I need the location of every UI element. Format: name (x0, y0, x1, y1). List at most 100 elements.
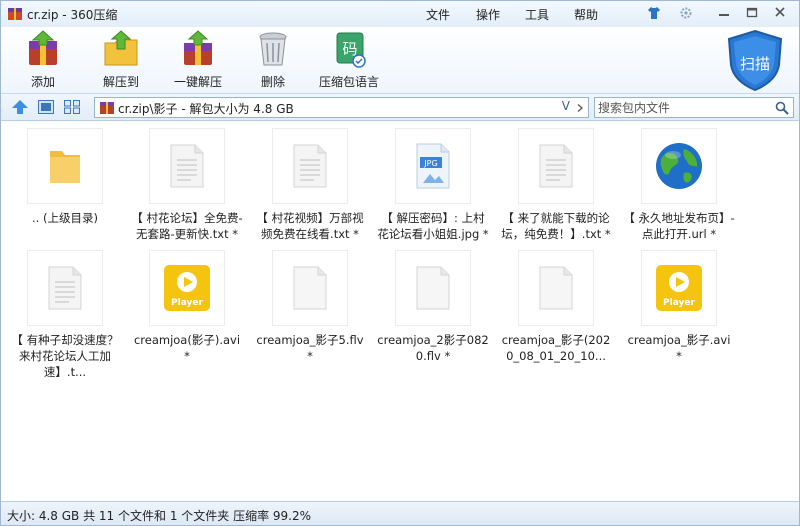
file-item[interactable]: creamjoa_影子5.flv * (254, 248, 366, 366)
shield-icon: 扫描 (727, 29, 783, 92)
file-item-parent-folder[interactable]: .. (上级目录) (9, 126, 121, 244)
maximize-button[interactable] (741, 3, 763, 23)
text-file-icon (293, 144, 327, 188)
add-archive-icon (29, 30, 57, 65)
file-item[interactable]: Player creamjoa_影子.avi * (623, 248, 735, 366)
file-item[interactable]: creamjoa_影子(2020_08_01_20_10... (500, 248, 612, 366)
file-thumbnail (518, 250, 594, 326)
toolbar: 添加 解压到 一键解压 删除 码 压缩包语言 扫描 (1, 27, 799, 93)
file-name: creamjoa_影子5.flv * (256, 333, 364, 363)
file-name: creamjoa(影子).avi * (133, 333, 241, 363)
scan-label: 扫描 (740, 55, 770, 73)
one-click-extract-label: 一键解压 (173, 75, 222, 89)
player-badge: Player (663, 298, 695, 308)
search-box (594, 97, 794, 118)
file-name: 【 有种子却没速度？来村花论坛人工加速】.t... (11, 333, 119, 379)
add-button[interactable]: 添加 (21, 29, 65, 91)
file-item[interactable]: 【 村花论坛】全免费-无套路-更新快.txt * (131, 126, 243, 244)
extract-to-icon (104, 30, 138, 66)
scan-button[interactable]: 扫描 (723, 27, 787, 93)
minimize-icon (719, 14, 729, 16)
nav-bar: cr.zip\影子 - 解包大小为 4.8 GB V (1, 93, 799, 121)
folder-icon (50, 151, 80, 183)
menu-file[interactable]: 文件 (426, 6, 450, 23)
chevron-right-icon[interactable] (576, 104, 584, 112)
file-thumbnail: Player (149, 250, 225, 326)
large-icon-view-icon[interactable] (37, 99, 55, 115)
file-item[interactable]: JPG 【 解压密码】: 上村花论坛看小姐姐.jpg * (377, 126, 489, 244)
gear-icon (680, 7, 692, 19)
file-thumbnail (641, 128, 717, 204)
file-name: creamjoa_影子.avi * (627, 333, 731, 363)
file-thumbnail (149, 128, 225, 204)
file-thumbnail: Player (641, 250, 717, 326)
shirt-icon (648, 7, 660, 19)
settings-button[interactable] (675, 3, 697, 23)
blank-file-icon (416, 266, 450, 310)
image-file-icon: JPG (416, 143, 450, 189)
globe-icon (656, 143, 702, 189)
menu-tools[interactable]: 工具 (525, 6, 549, 23)
delete-button[interactable]: 删除 (251, 29, 295, 91)
extract-to-button[interactable]: 解压到 (99, 29, 143, 91)
file-item[interactable]: 【 永久地址发布页】-点此打开.url * (623, 126, 735, 244)
file-name: 【 来了就能下载的论坛，纯免费！】.txt * (501, 211, 611, 241)
list-view-icon[interactable] (63, 99, 81, 115)
search-input[interactable] (598, 99, 768, 116)
file-item[interactable]: 【 有种子却没速度？来村花论坛人工加速】.t... (9, 248, 121, 379)
archive-language-button[interactable]: 码 压缩包语言 (317, 29, 381, 91)
app-window: cr.zip - 360压缩 文件 操作 工具 帮助 添加 解压到 一键解压 删… (0, 0, 800, 526)
delete-label: 删除 (260, 75, 285, 89)
file-item[interactable]: 【 来了就能下载的论坛，纯免费！】.txt * (500, 126, 612, 244)
file-item[interactable]: creamjoa_2影子0820.flv * (377, 248, 489, 366)
menu-help[interactable]: 帮助 (574, 6, 598, 23)
path-text: cr.zip\影子 - 解包大小为 4.8 GB (118, 102, 294, 116)
text-file-icon (48, 266, 82, 310)
file-name: creamjoa_影子(2020_08_01_20_10... (501, 333, 611, 363)
blank-file-icon (539, 266, 573, 310)
minimize-button[interactable] (713, 3, 735, 23)
blank-file-icon (293, 266, 327, 310)
file-name: creamjoa_2影子0820.flv * (377, 333, 489, 363)
menu-operate[interactable]: 操作 (476, 6, 500, 23)
add-label: 添加 (30, 75, 55, 89)
svg-text:码: 码 (342, 40, 357, 58)
file-name: 【 村花视频】万部视频免费在线看.txt * (256, 211, 364, 241)
path-dropdown-toggle[interactable]: V (562, 99, 570, 113)
file-grid: .. (上级目录) 【 村花论坛】全免费-无套路-更新快.txt * 【 村花视… (1, 122, 799, 500)
file-name: 【 永久地址发布页】-点此打开.url * (623, 211, 735, 241)
text-file-icon (170, 144, 204, 188)
status-bar: 大小: 4.8 GB 共 11 个文件和 1 个文件夹 压缩率 99.2% (1, 501, 799, 525)
file-thumbnail (518, 128, 594, 204)
path-bar[interactable]: cr.zip\影子 - 解包大小为 4.8 GB V (94, 97, 589, 118)
file-name: .. (上级目录) (32, 211, 98, 225)
file-thumbnail (272, 128, 348, 204)
file-thumbnail (395, 250, 471, 326)
file-name: 【 解压密码】: 上村花论坛看小姐姐.jpg * (377, 211, 489, 241)
video-player-icon: Player (656, 265, 702, 311)
trash-can-icon (259, 32, 287, 66)
archive-icon (100, 102, 114, 114)
file-item[interactable]: 【 村花视频】万部视频免费在线看.txt * (254, 126, 366, 244)
file-thumbnail (27, 250, 103, 326)
jpg-badge: JPG (423, 159, 437, 168)
status-text: 大小: 4.8 GB 共 11 个文件和 1 个文件夹 压缩率 99.2% (7, 509, 312, 523)
app-logo-icon (8, 8, 22, 20)
file-name: 【 村花论坛】全免费-无套路-更新快.txt * (131, 211, 243, 241)
skin-button[interactable] (643, 3, 665, 23)
one-click-extract-button[interactable]: 一键解压 (171, 29, 225, 91)
file-thumbnail (27, 128, 103, 204)
video-player-icon: Player (164, 265, 210, 311)
extract-to-label: 解压到 (102, 75, 139, 89)
archive-language-label: 压缩包语言 (318, 75, 379, 89)
player-badge: Player (171, 298, 203, 308)
title-bar: cr.zip - 360压缩 文件 操作 工具 帮助 (1, 1, 799, 27)
up-arrow-icon[interactable] (11, 99, 29, 115)
archive-language-icon: 码 (336, 32, 366, 68)
search-icon[interactable] (775, 101, 789, 115)
file-thumbnail (272, 250, 348, 326)
file-item[interactable]: Player creamjoa(影子).avi * (131, 248, 243, 366)
close-icon (775, 7, 785, 17)
file-thumbnail: JPG (395, 128, 471, 204)
close-button[interactable] (769, 3, 791, 23)
